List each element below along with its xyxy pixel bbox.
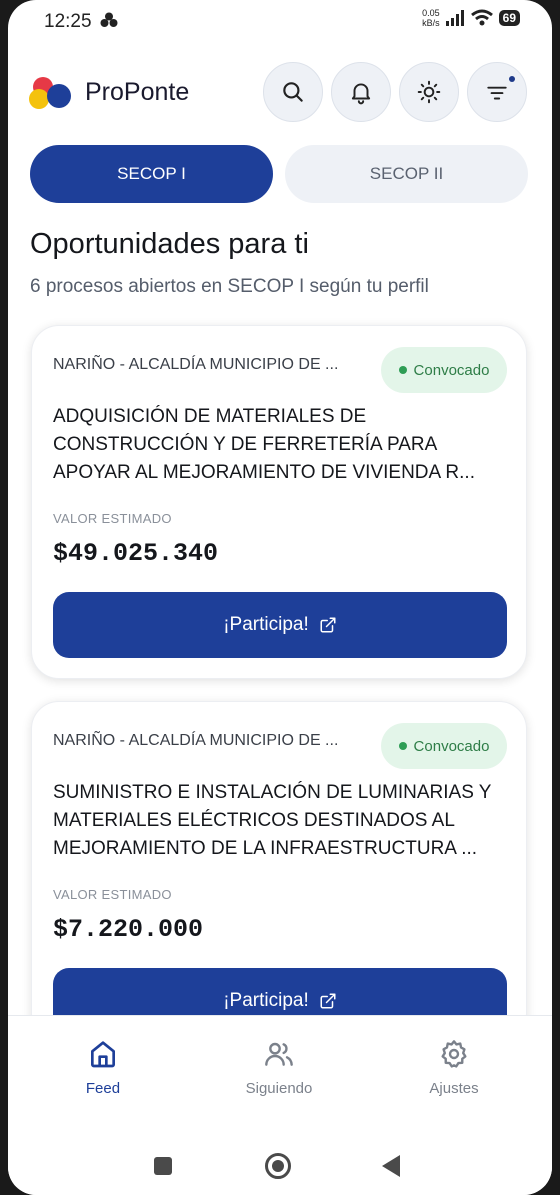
network-speed-value: 0.05 (422, 8, 440, 18)
opportunity-card: NARIÑO - ALCALDÍA MUNICIPIO DE ... Convo… (31, 325, 527, 679)
section-title: Oportunidades para ti (30, 228, 309, 260)
value-amount: $7.220.000 (53, 915, 204, 944)
filter-active-dot (509, 76, 515, 82)
external-link-icon (320, 993, 336, 1009)
app-header: ProPonte (8, 62, 552, 124)
status-bar: 12:25 0.05 kB/s 69 (8, 0, 552, 44)
sun-icon (417, 80, 441, 104)
logo-blue-dot (47, 84, 71, 108)
wifi-icon (470, 9, 493, 26)
network-speed-unit: kB/s (422, 18, 440, 28)
nav-item-siguiendo[interactable]: Siguiendo (219, 1038, 339, 1097)
filter-icon (487, 86, 507, 100)
value-label: VALOR ESTIMADO (53, 511, 172, 526)
participate-button-label: ¡Participa! (223, 990, 309, 1011)
nav-label-siguiendo: Siguiendo (245, 1080, 313, 1097)
status-badge-label: Convocado (413, 737, 490, 755)
search-button[interactable] (263, 62, 323, 122)
nav-item-ajustes[interactable]: Ajustes (394, 1038, 514, 1097)
bell-icon (351, 83, 371, 105)
tab-secop-i[interactable]: SECOP I (30, 145, 273, 203)
nav-label-ajustes: Ajustes (429, 1080, 479, 1097)
notifications-button[interactable] (331, 62, 391, 122)
home-system-button[interactable] (265, 1153, 291, 1179)
filter-button[interactable] (467, 62, 527, 122)
status-time: 12:25 (44, 11, 92, 32)
participate-button[interactable]: ¡Participa! (53, 592, 507, 658)
battery-icon: 69 (498, 10, 520, 26)
secop-tabs: SECOP I SECOP II (30, 145, 530, 203)
search-icon (283, 82, 303, 102)
external-link-icon (320, 617, 336, 633)
back-button[interactable] (382, 1155, 400, 1177)
card-title: SUMINISTRO E INSTALACIÓN DE LUMINARIAS Y… (53, 782, 492, 859)
tab-secop-ii[interactable]: SECOP II (285, 145, 528, 203)
value-label: VALOR ESTIMADO (53, 887, 172, 902)
nav-item-feed[interactable]: Feed (43, 1038, 163, 1097)
logo-yellow-dot (29, 89, 49, 109)
participate-button-label: ¡Participa! (223, 614, 309, 635)
status-indicators: 0.05 kB/s 69 (422, 8, 520, 28)
clover-notification-icon (100, 12, 118, 27)
signal-icon (445, 10, 464, 26)
proponte-logo (29, 75, 75, 111)
section-subtitle: 6 procesos abiertos en SECOP I según tu … (30, 276, 429, 297)
users-icon (265, 1042, 293, 1066)
theme-toggle-button[interactable] (399, 62, 459, 122)
recent-apps-button[interactable] (154, 1157, 172, 1175)
brand-name: ProPonte (85, 78, 190, 106)
card-entity: NARIÑO - ALCALDÍA MUNICIPIO DE ... (53, 732, 339, 749)
network-speed: 0.05 kB/s (422, 8, 440, 28)
system-navigation-bar (8, 1125, 552, 1195)
bottom-navigation: Feed Siguiendo Ajustes (8, 1015, 552, 1125)
home-icon (91, 1041, 115, 1068)
card-entity: NARIÑO - ALCALDÍA MUNICIPIO DE ... (53, 356, 339, 373)
gear-icon (441, 1040, 467, 1068)
status-badge: Convocado (381, 723, 507, 769)
app-screen: 12:25 0.05 kB/s 69 ProPonte SECOP I SECO… (8, 0, 552, 1195)
nav-label-feed: Feed (85, 1080, 121, 1097)
card-title: ADQUISICIÓN DE MATERIALES DE CONSTRUCCIÓ… (53, 406, 475, 483)
value-amount: $49.025.340 (53, 539, 219, 568)
opportunity-card: NARIÑO - ALCALDÍA MUNICIPIO DE ... Convo… (31, 701, 527, 1041)
status-badge: Convocado (381, 347, 507, 393)
status-dot-icon (398, 742, 407, 750)
status-badge-label: Convocado (413, 361, 490, 379)
status-dot-icon (398, 366, 407, 374)
